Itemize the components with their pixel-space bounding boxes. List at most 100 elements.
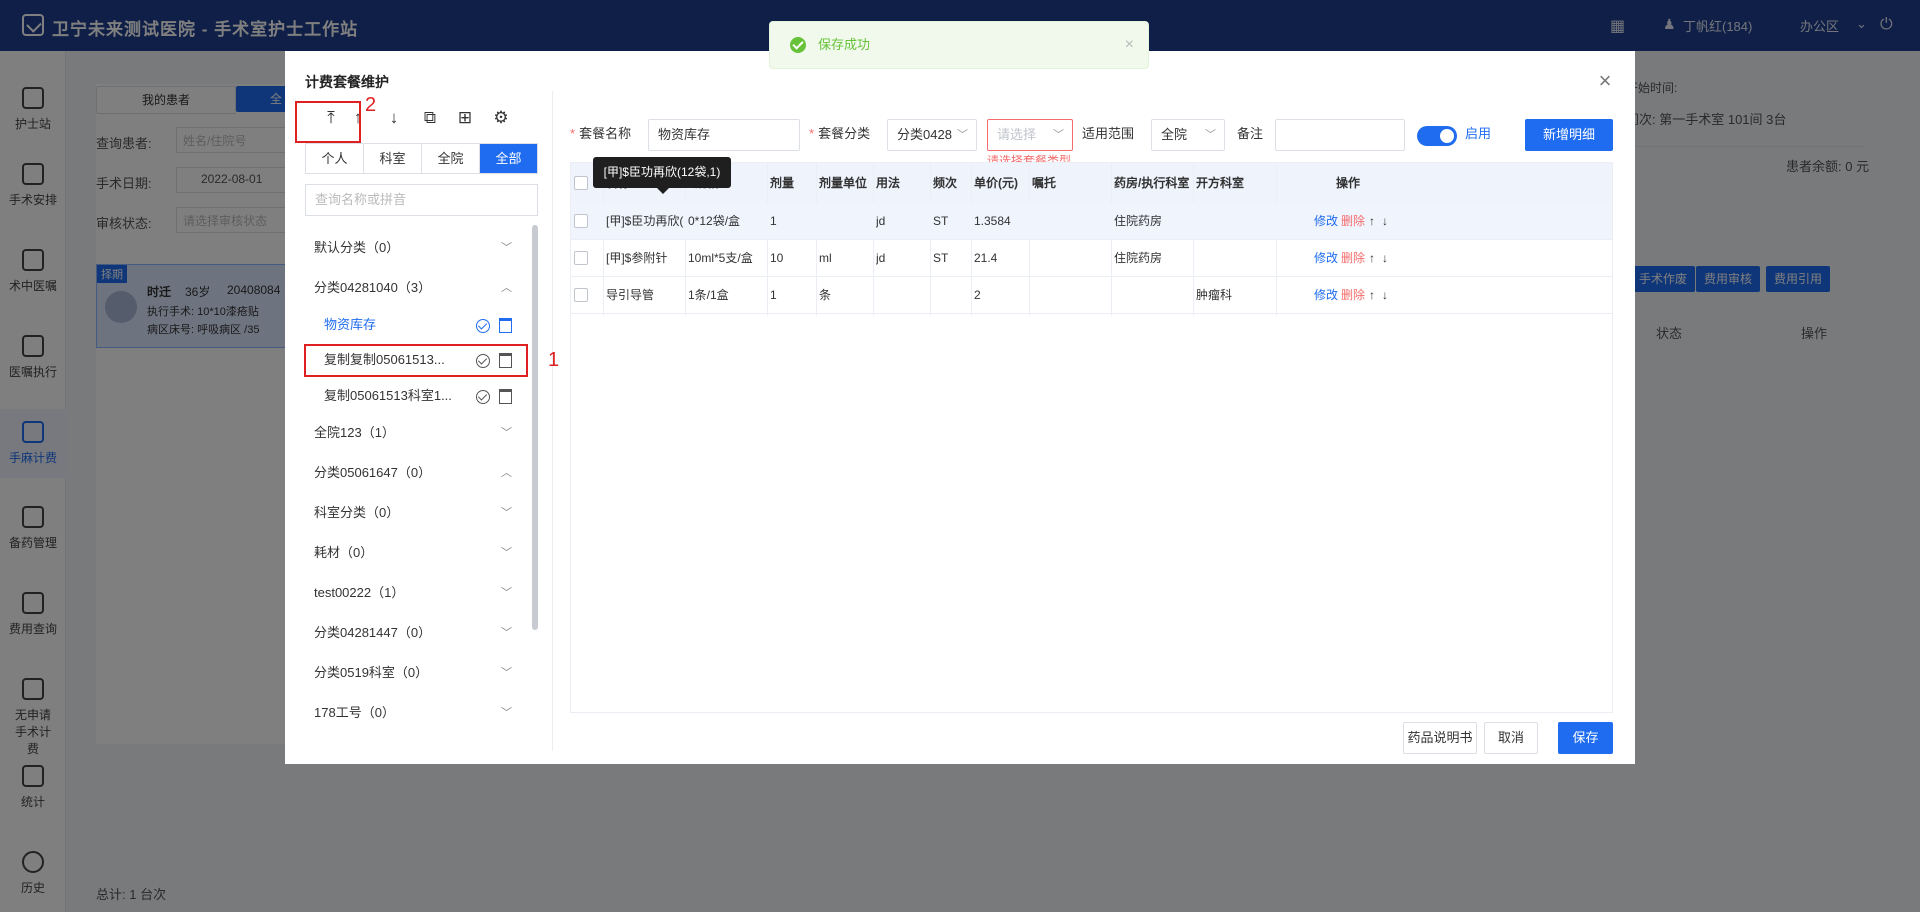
package-name-label-text: 套餐名称 <box>579 126 632 141</box>
add-detail-button[interactable]: 新增明细 <box>1525 119 1613 151</box>
edit-link[interactable]: 修改 <box>1314 277 1338 313</box>
chevron-down-icon: ﹀ <box>501 242 512 254</box>
tree-item-label: 178工号（0） <box>314 705 395 720</box>
row-checkbox[interactable] <box>574 288 588 302</box>
chevron-down-icon: ﹀ <box>501 507 512 519</box>
cell-spec: 1条/1盒 <box>688 288 729 302</box>
scope-select[interactable]: 全院 ﹀ <box>1151 119 1225 151</box>
scope-value: 全院 <box>1161 127 1188 142</box>
package-name-label: * 套餐名称 <box>570 119 631 149</box>
chevron-down-icon: ﹀ <box>1053 129 1064 141</box>
select-all-checkbox[interactable] <box>574 176 588 190</box>
cell-dose-unit: 条 <box>819 288 832 302</box>
move-up-icon[interactable]: ↑ <box>1369 277 1375 313</box>
package-name-input[interactable]: 物资库存 <box>648 119 800 151</box>
tree-item[interactable]: 分类05061647（0） ︿ <box>305 456 520 490</box>
col-usage: 用法 <box>876 176 901 190</box>
tree-item-label: test00222（1） <box>314 585 405 600</box>
move-down-icon[interactable]: ↓ <box>383 107 405 129</box>
chevron-down-icon: ﹀ <box>501 707 512 719</box>
edit-link[interactable]: 修改 <box>1314 203 1338 239</box>
tree-item-selected[interactable]: 物资库存 <box>305 308 520 342</box>
cell-dose-unit: ml <box>819 251 832 265</box>
tree-scrollbar[interactable] <box>532 225 538 630</box>
chevron-up-icon: ︿ <box>501 282 512 294</box>
tree-item[interactable]: 178工号（0） ﹀ <box>305 696 520 730</box>
tree-item[interactable]: 全院123（1） ﹀ <box>305 416 520 450</box>
tab-all[interactable]: 全部 <box>480 144 537 173</box>
cell-name: 导引导管 <box>606 288 655 302</box>
tree-item-label: 耗材（0） <box>314 545 374 560</box>
cell-frequency: ST <box>933 251 949 265</box>
delete-link[interactable]: 删除 <box>1341 240 1365 276</box>
success-icon <box>790 37 806 53</box>
edit-link[interactable]: 修改 <box>1314 240 1338 276</box>
tree-item[interactable]: 分类04281447（0） ﹀ <box>305 616 520 650</box>
chevron-down-icon: ﹀ <box>501 587 512 599</box>
tree-item[interactable]: 分类0519科室（0） ﹀ <box>305 656 520 690</box>
package-category-label: * 套餐分类 <box>809 119 870 149</box>
move-up-icon[interactable]: ↑ <box>1369 203 1375 239</box>
remark-input[interactable] <box>1275 119 1405 151</box>
delete-link[interactable]: 删除 <box>1341 277 1365 313</box>
row-checkbox[interactable] <box>574 214 588 228</box>
settings-icon[interactable]: ⚙ <box>490 107 512 129</box>
tab-hospital[interactable]: 全院 <box>422 144 480 173</box>
tree-item-label: 复制05061513科室1... <box>324 388 452 403</box>
detail-table: 名称 规格 剂量 剂量单位 用法 频次 单价(元) 嘱托 药房/执行科室 开方科… <box>570 162 1613 713</box>
row-checkbox[interactable] <box>574 251 588 265</box>
copy-icon[interactable]: ⧉ <box>419 107 441 129</box>
drug-instructions-button[interactable]: 药品说明书 <box>1403 722 1477 754</box>
cell-pharmacy: 住院药房 <box>1114 214 1163 228</box>
move-down-icon[interactable]: ↓ <box>1382 277 1388 313</box>
close-icon[interactable]: × <box>1125 22 1134 68</box>
table-row[interactable]: 导引导管 1条/1盒 1 条 2 肿瘤科 修改 删除 ↑ ↓ <box>571 277 1612 314</box>
tree-item[interactable]: 耗材（0） ﹀ <box>305 536 520 570</box>
cell-frequency: ST <box>933 214 949 228</box>
trash-icon[interactable] <box>499 389 512 405</box>
table-row[interactable]: [甲]$参附针 10ml*5支/盒 10 ml jd ST 21.4 住院药房 … <box>571 240 1612 277</box>
tree-item[interactable]: 分类04281040（3） ︿ <box>305 271 520 305</box>
table-row[interactable]: [甲]$臣功再欣(... 0*12袋/盒 1 jd ST 1.3584 住院药房… <box>571 203 1612 240</box>
col-price: 单价(元) <box>974 176 1018 190</box>
cell-dose: 10 <box>770 251 784 265</box>
tree-search-input[interactable]: 查询名称或拼音 <box>305 184 538 216</box>
package-category-value: 分类0428 <box>897 127 952 142</box>
col-actions: 操作 <box>1336 176 1361 190</box>
trash-icon[interactable] <box>499 318 512 334</box>
package-category-select[interactable]: 分类0428 ﹀ <box>887 119 977 151</box>
chevron-down-icon: ﹀ <box>501 667 512 679</box>
chevron-down-icon: ﹀ <box>1205 129 1216 141</box>
cell-pharmacy: 住院药房 <box>1114 251 1163 265</box>
check-circle-icon[interactable] <box>476 318 490 333</box>
package-category-label-text: 套餐分类 <box>818 126 871 141</box>
package-tree: 默认分类（0） ﹀ 分类04281040（3） ︿ 物资库存 复制复制0506151… <box>305 225 535 747</box>
delete-link[interactable]: 删除 <box>1341 203 1365 239</box>
move-down-icon[interactable]: ↓ <box>1382 203 1388 239</box>
tree-item-label: 默认分类（0） <box>314 240 400 255</box>
tree-item-label: 分类04281447（0） <box>314 625 432 640</box>
tree-item[interactable]: test00222（1） ﹀ <box>305 576 520 610</box>
cancel-button[interactable]: 取消 <box>1484 722 1538 754</box>
tree-item[interactable]: 默认分类（0） ﹀ <box>305 231 520 265</box>
tab-department[interactable]: 科室 <box>364 144 422 173</box>
close-icon[interactable]: × <box>1595 70 1615 92</box>
package-type-placeholder: 请选择 <box>997 127 1037 142</box>
tree-item[interactable]: 复制05061513科室1... <box>305 379 520 413</box>
enabled-toggle[interactable] <box>1417 126 1457 146</box>
col-dose-unit: 剂量单位 <box>819 176 868 190</box>
required-mark: * <box>809 126 815 141</box>
save-button[interactable]: 保存 <box>1558 722 1613 754</box>
add-file-icon[interactable]: ⊞ <box>454 107 476 129</box>
tree-item-label: 科室分类（0） <box>314 505 400 520</box>
move-down-icon[interactable]: ↓ <box>1382 240 1388 276</box>
chevron-down-icon: ﹀ <box>501 427 512 439</box>
package-type-select[interactable]: 请选择 ﹀ <box>987 119 1073 151</box>
tab-personal[interactable]: 个人 <box>306 144 364 173</box>
check-circle-icon[interactable] <box>476 389 490 404</box>
tree-item[interactable]: 科室分类（0） ﹀ <box>305 496 520 530</box>
cell-spec: 10ml*5支/盒 <box>688 251 753 265</box>
chevron-down-icon: ﹀ <box>501 627 512 639</box>
scope-label: 适用范围 <box>1082 126 1135 141</box>
move-up-icon[interactable]: ↑ <box>1369 240 1375 276</box>
